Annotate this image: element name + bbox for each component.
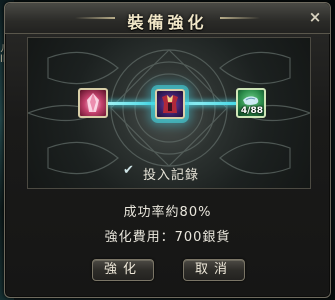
crystal-icon <box>87 93 99 112</box>
armor-icon <box>162 95 178 113</box>
title-bar: 裝備強化 × <box>5 3 330 34</box>
enhance-stone-slot[interactable] <box>78 88 108 118</box>
equipment-slot[interactable] <box>155 89 185 119</box>
glow-connector-left <box>108 102 155 105</box>
close-button[interactable]: × <box>307 9 323 25</box>
enhance-cost-text: 強化費用：700銀貨 <box>104 230 231 245</box>
success-rate-text: 成功率約80% <box>123 205 212 220</box>
checkbox-label: 投入記錄 <box>143 168 200 183</box>
material-count: 4/88 <box>240 106 263 116</box>
material-slot[interactable]: 4/88 <box>236 88 266 118</box>
equipment-enhance-dialog: 裝備強化 × 4/88 ✔ 投入記錄 成功率約80% 強化費用：700銀貨 強化… <box>4 2 331 298</box>
enhance-button[interactable]: 強化 <box>92 259 154 281</box>
cancel-button[interactable]: 取消 <box>183 259 245 281</box>
dialog-title: 裝備強化 <box>127 13 208 32</box>
checkmark-icon: ✔ <box>123 163 134 178</box>
enhance-panel: 4/88 ✔ 投入記錄 <box>27 37 311 189</box>
glow-connector-right <box>185 102 236 105</box>
